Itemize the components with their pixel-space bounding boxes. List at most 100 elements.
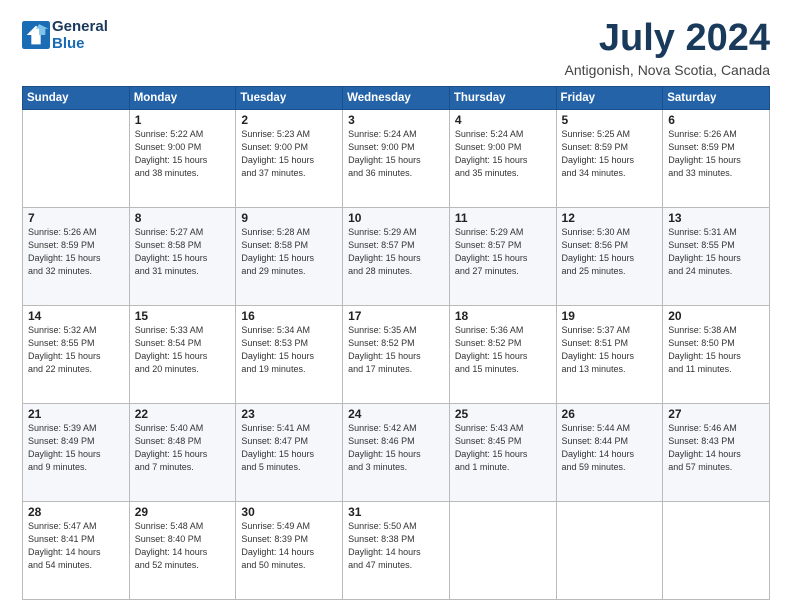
calendar-cell: 21Sunrise: 5:39 AMSunset: 8:49 PMDayligh… bbox=[23, 403, 130, 501]
month-year: July 2024 bbox=[565, 18, 770, 60]
logo: General Blue bbox=[22, 18, 108, 53]
calendar-cell: 22Sunrise: 5:40 AMSunset: 8:48 PMDayligh… bbox=[129, 403, 236, 501]
day-number: 5 bbox=[562, 113, 658, 127]
day-info: Sunrise: 5:39 AMSunset: 8:49 PMDaylight:… bbox=[28, 422, 124, 474]
day-info: Sunrise: 5:31 AMSunset: 8:55 PMDaylight:… bbox=[668, 226, 764, 278]
day-info: Sunrise: 5:44 AMSunset: 8:44 PMDaylight:… bbox=[562, 422, 658, 474]
day-number: 4 bbox=[455, 113, 551, 127]
calendar-cell: 29Sunrise: 5:48 AMSunset: 8:40 PMDayligh… bbox=[129, 501, 236, 599]
day-info: Sunrise: 5:43 AMSunset: 8:45 PMDaylight:… bbox=[455, 422, 551, 474]
day-number: 13 bbox=[668, 211, 764, 225]
calendar-cell: 30Sunrise: 5:49 AMSunset: 8:39 PMDayligh… bbox=[236, 501, 343, 599]
day-info: Sunrise: 5:26 AMSunset: 8:59 PMDaylight:… bbox=[28, 226, 124, 278]
day-info: Sunrise: 5:24 AMSunset: 9:00 PMDaylight:… bbox=[455, 128, 551, 180]
day-info: Sunrise: 5:29 AMSunset: 8:57 PMDaylight:… bbox=[455, 226, 551, 278]
day-info: Sunrise: 5:36 AMSunset: 8:52 PMDaylight:… bbox=[455, 324, 551, 376]
day-info: Sunrise: 5:30 AMSunset: 8:56 PMDaylight:… bbox=[562, 226, 658, 278]
calendar-cell: 19Sunrise: 5:37 AMSunset: 8:51 PMDayligh… bbox=[556, 305, 663, 403]
day-info: Sunrise: 5:24 AMSunset: 9:00 PMDaylight:… bbox=[348, 128, 444, 180]
calendar-cell: 12Sunrise: 5:30 AMSunset: 8:56 PMDayligh… bbox=[556, 207, 663, 305]
col-header-saturday: Saturday bbox=[663, 86, 770, 109]
day-info: Sunrise: 5:41 AMSunset: 8:47 PMDaylight:… bbox=[241, 422, 337, 474]
day-number: 22 bbox=[135, 407, 231, 421]
title-block: July 2024 Antigonish, Nova Scotia, Canad… bbox=[565, 18, 770, 78]
week-row-2: 14Sunrise: 5:32 AMSunset: 8:55 PMDayligh… bbox=[23, 305, 770, 403]
calendar-cell bbox=[449, 501, 556, 599]
day-info: Sunrise: 5:49 AMSunset: 8:39 PMDaylight:… bbox=[241, 520, 337, 572]
col-header-friday: Friday bbox=[556, 86, 663, 109]
logo-icon bbox=[22, 21, 50, 49]
day-info: Sunrise: 5:42 AMSunset: 8:46 PMDaylight:… bbox=[348, 422, 444, 474]
day-number: 12 bbox=[562, 211, 658, 225]
calendar-cell: 17Sunrise: 5:35 AMSunset: 8:52 PMDayligh… bbox=[343, 305, 450, 403]
day-info: Sunrise: 5:29 AMSunset: 8:57 PMDaylight:… bbox=[348, 226, 444, 278]
calendar-cell: 11Sunrise: 5:29 AMSunset: 8:57 PMDayligh… bbox=[449, 207, 556, 305]
day-number: 26 bbox=[562, 407, 658, 421]
day-info: Sunrise: 5:28 AMSunset: 8:58 PMDaylight:… bbox=[241, 226, 337, 278]
calendar-cell: 9Sunrise: 5:28 AMSunset: 8:58 PMDaylight… bbox=[236, 207, 343, 305]
calendar-cell: 25Sunrise: 5:43 AMSunset: 8:45 PMDayligh… bbox=[449, 403, 556, 501]
calendar-cell: 16Sunrise: 5:34 AMSunset: 8:53 PMDayligh… bbox=[236, 305, 343, 403]
calendar-cell: 26Sunrise: 5:44 AMSunset: 8:44 PMDayligh… bbox=[556, 403, 663, 501]
header-row: SundayMondayTuesdayWednesdayThursdayFrid… bbox=[23, 86, 770, 109]
day-number: 6 bbox=[668, 113, 764, 127]
week-row-4: 28Sunrise: 5:47 AMSunset: 8:41 PMDayligh… bbox=[23, 501, 770, 599]
header: General Blue July 2024 Antigonish, Nova … bbox=[22, 18, 770, 78]
page: General Blue July 2024 Antigonish, Nova … bbox=[0, 0, 792, 612]
calendar-cell: 4Sunrise: 5:24 AMSunset: 9:00 PMDaylight… bbox=[449, 109, 556, 207]
calendar-cell: 10Sunrise: 5:29 AMSunset: 8:57 PMDayligh… bbox=[343, 207, 450, 305]
day-number: 10 bbox=[348, 211, 444, 225]
day-number: 8 bbox=[135, 211, 231, 225]
calendar-cell: 5Sunrise: 5:25 AMSunset: 8:59 PMDaylight… bbox=[556, 109, 663, 207]
day-number: 24 bbox=[348, 407, 444, 421]
calendar-cell bbox=[556, 501, 663, 599]
day-number: 23 bbox=[241, 407, 337, 421]
col-header-thursday: Thursday bbox=[449, 86, 556, 109]
day-number: 18 bbox=[455, 309, 551, 323]
day-info: Sunrise: 5:33 AMSunset: 8:54 PMDaylight:… bbox=[135, 324, 231, 376]
calendar-cell: 7Sunrise: 5:26 AMSunset: 8:59 PMDaylight… bbox=[23, 207, 130, 305]
col-header-tuesday: Tuesday bbox=[236, 86, 343, 109]
day-number: 11 bbox=[455, 211, 551, 225]
day-number: 31 bbox=[348, 505, 444, 519]
day-info: Sunrise: 5:27 AMSunset: 8:58 PMDaylight:… bbox=[135, 226, 231, 278]
day-number: 7 bbox=[28, 211, 124, 225]
calendar-cell: 27Sunrise: 5:46 AMSunset: 8:43 PMDayligh… bbox=[663, 403, 770, 501]
calendar-cell: 1Sunrise: 5:22 AMSunset: 9:00 PMDaylight… bbox=[129, 109, 236, 207]
calendar-cell: 2Sunrise: 5:23 AMSunset: 9:00 PMDaylight… bbox=[236, 109, 343, 207]
col-header-sunday: Sunday bbox=[23, 86, 130, 109]
calendar-table: SundayMondayTuesdayWednesdayThursdayFrid… bbox=[22, 86, 770, 600]
calendar-cell: 20Sunrise: 5:38 AMSunset: 8:50 PMDayligh… bbox=[663, 305, 770, 403]
day-number: 21 bbox=[28, 407, 124, 421]
day-info: Sunrise: 5:48 AMSunset: 8:40 PMDaylight:… bbox=[135, 520, 231, 572]
calendar-cell: 3Sunrise: 5:24 AMSunset: 9:00 PMDaylight… bbox=[343, 109, 450, 207]
day-info: Sunrise: 5:47 AMSunset: 8:41 PMDaylight:… bbox=[28, 520, 124, 572]
calendar-cell bbox=[663, 501, 770, 599]
day-number: 19 bbox=[562, 309, 658, 323]
day-info: Sunrise: 5:50 AMSunset: 8:38 PMDaylight:… bbox=[348, 520, 444, 572]
day-number: 2 bbox=[241, 113, 337, 127]
calendar-cell: 24Sunrise: 5:42 AMSunset: 8:46 PMDayligh… bbox=[343, 403, 450, 501]
location: Antigonish, Nova Scotia, Canada bbox=[565, 62, 770, 78]
calendar-cell bbox=[23, 109, 130, 207]
day-info: Sunrise: 5:35 AMSunset: 8:52 PMDaylight:… bbox=[348, 324, 444, 376]
week-row-3: 21Sunrise: 5:39 AMSunset: 8:49 PMDayligh… bbox=[23, 403, 770, 501]
day-info: Sunrise: 5:40 AMSunset: 8:48 PMDaylight:… bbox=[135, 422, 231, 474]
day-info: Sunrise: 5:37 AMSunset: 8:51 PMDaylight:… bbox=[562, 324, 658, 376]
day-number: 29 bbox=[135, 505, 231, 519]
day-number: 14 bbox=[28, 309, 124, 323]
day-number: 15 bbox=[135, 309, 231, 323]
calendar-cell: 23Sunrise: 5:41 AMSunset: 8:47 PMDayligh… bbox=[236, 403, 343, 501]
week-row-0: 1Sunrise: 5:22 AMSunset: 9:00 PMDaylight… bbox=[23, 109, 770, 207]
calendar-cell: 13Sunrise: 5:31 AMSunset: 8:55 PMDayligh… bbox=[663, 207, 770, 305]
week-row-1: 7Sunrise: 5:26 AMSunset: 8:59 PMDaylight… bbox=[23, 207, 770, 305]
day-info: Sunrise: 5:26 AMSunset: 8:59 PMDaylight:… bbox=[668, 128, 764, 180]
calendar-cell: 15Sunrise: 5:33 AMSunset: 8:54 PMDayligh… bbox=[129, 305, 236, 403]
day-info: Sunrise: 5:22 AMSunset: 9:00 PMDaylight:… bbox=[135, 128, 231, 180]
day-info: Sunrise: 5:25 AMSunset: 8:59 PMDaylight:… bbox=[562, 128, 658, 180]
calendar-cell: 28Sunrise: 5:47 AMSunset: 8:41 PMDayligh… bbox=[23, 501, 130, 599]
day-number: 27 bbox=[668, 407, 764, 421]
col-header-wednesday: Wednesday bbox=[343, 86, 450, 109]
calendar-cell: 18Sunrise: 5:36 AMSunset: 8:52 PMDayligh… bbox=[449, 305, 556, 403]
day-number: 16 bbox=[241, 309, 337, 323]
